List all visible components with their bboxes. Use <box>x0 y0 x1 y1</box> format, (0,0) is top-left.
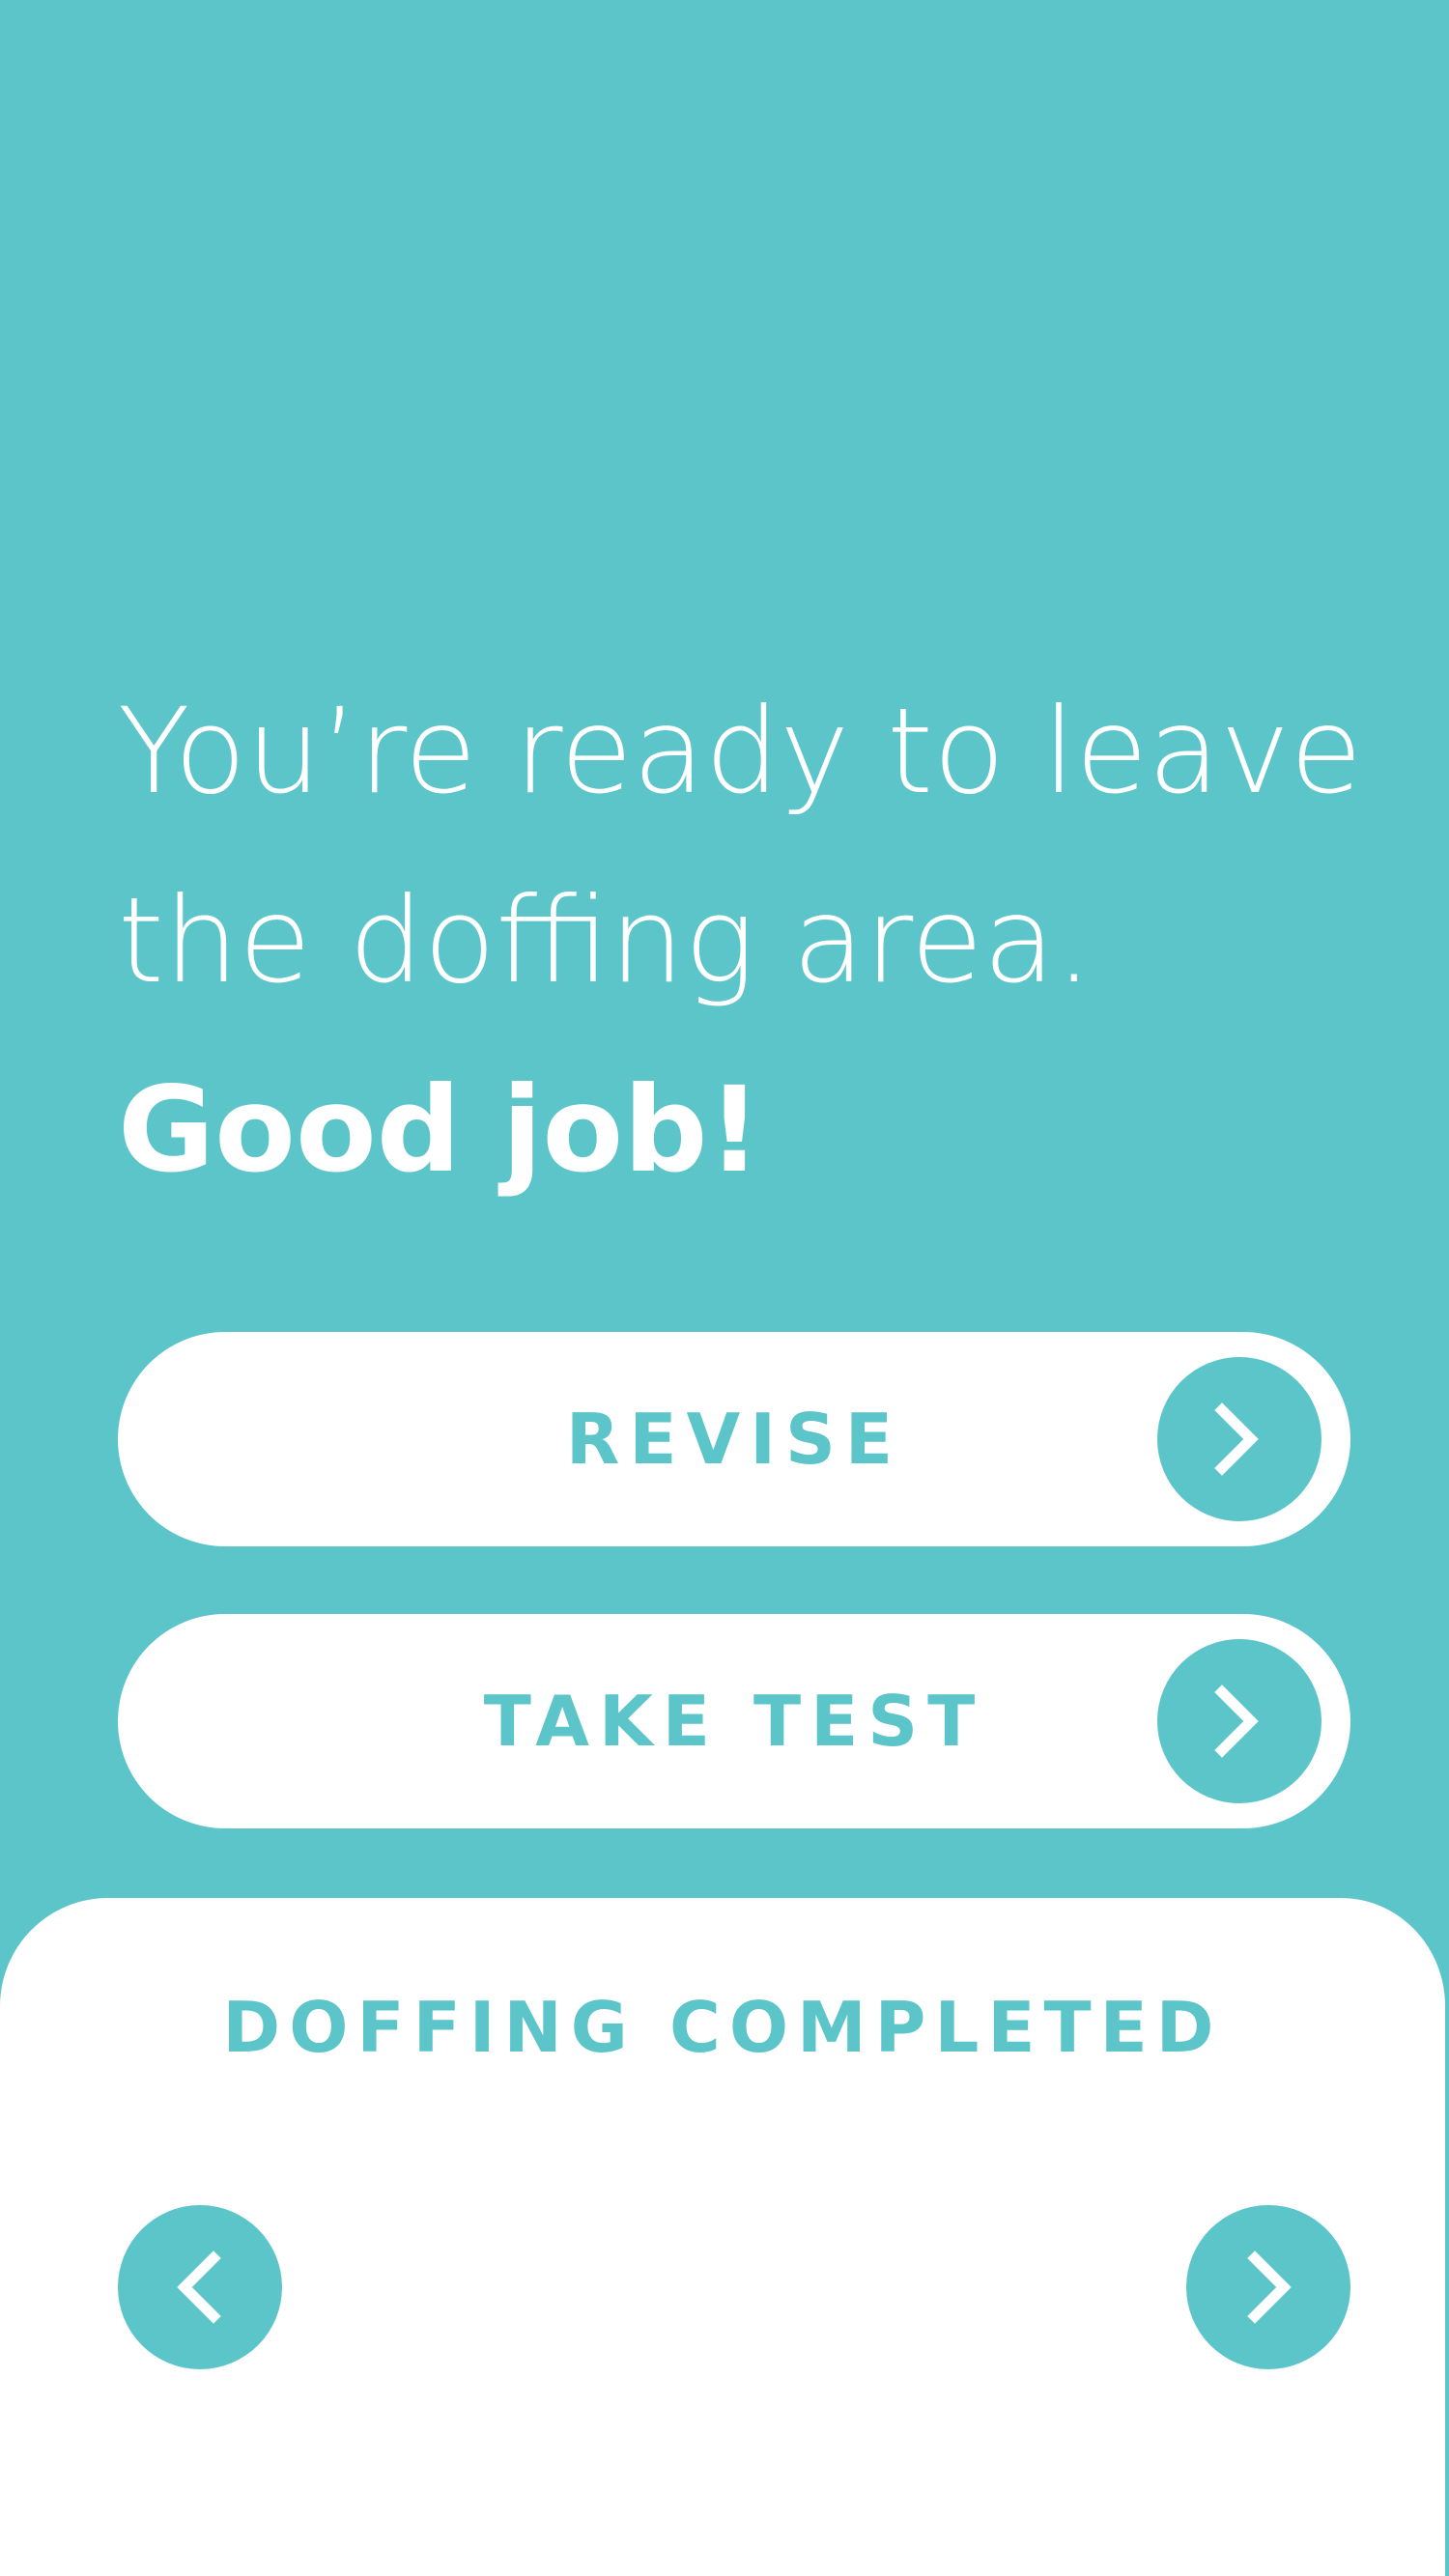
revise-button[interactable]: REVISE <box>118 1332 1350 1546</box>
previous-button[interactable] <box>118 2205 282 2369</box>
chevron-right-icon <box>1214 1402 1259 1476</box>
sheet-title: DOFFING COMPLETED <box>222 1987 1223 2068</box>
chevron-right-icon <box>1247 2250 1292 2324</box>
take-test-button[interactable]: TAKE TEST <box>118 1614 1350 1828</box>
next-button[interactable] <box>1186 2205 1350 2369</box>
message-line-1: You’re ready to leave <box>118 683 1363 820</box>
message-emphasis: Good job! <box>118 1062 762 1199</box>
completion-screen: You’re ready to leave the doffing area. … <box>0 0 1449 2576</box>
message-line-2: the doffing area. <box>118 872 1094 1009</box>
bottom-sheet: DOFFING COMPLETED <box>0 1898 1449 2576</box>
chevron-right-icon <box>1214 1684 1259 1758</box>
revise-arrow-button <box>1157 1357 1321 1521</box>
chevron-left-icon <box>177 2250 221 2324</box>
completion-message: You’re ready to leave the doffing area. … <box>118 657 1374 1225</box>
take-test-arrow-button <box>1157 1639 1321 1803</box>
